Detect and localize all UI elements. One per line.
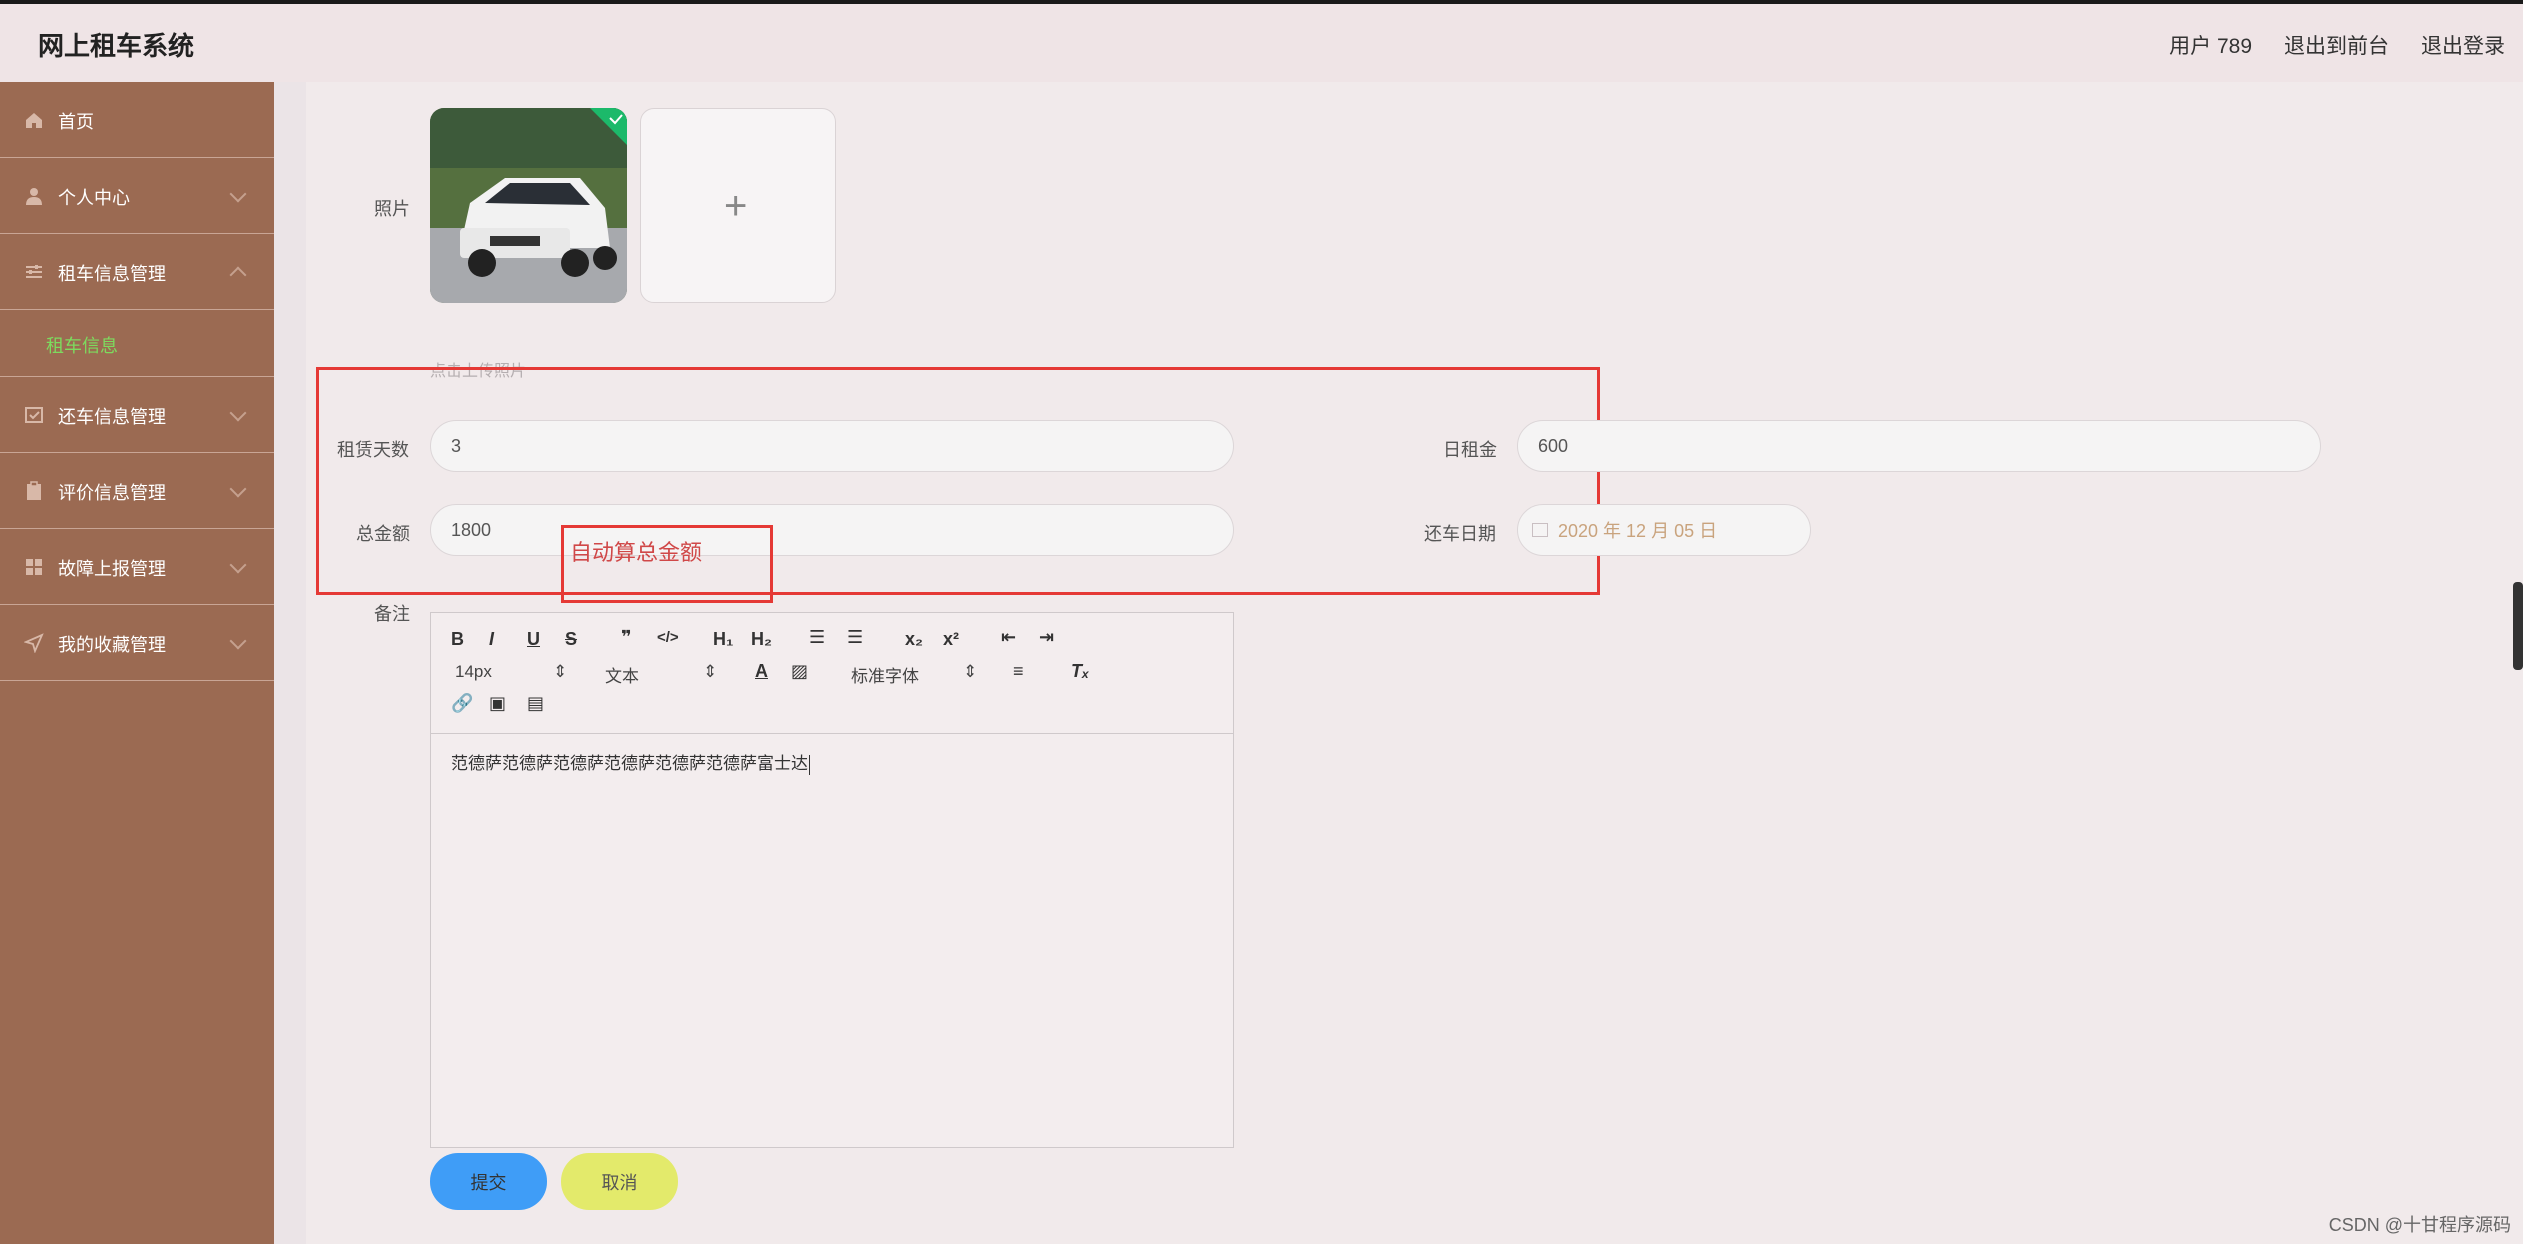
subscript-icon[interactable]: x₂ [905, 629, 923, 650]
total-amount-value: 1800 [451, 519, 492, 540]
sidebar-item-label: 故障上报管理 [58, 559, 166, 579]
superscript-icon[interactable]: x² [943, 629, 959, 650]
editor-content-text: 范德萨范德萨范德萨范德萨范德萨范德萨富士达 [451, 754, 808, 773]
logout-link[interactable]: 退出登录 [2421, 30, 2505, 60]
underline-icon[interactable]: U [527, 629, 540, 650]
chevron-down-icon [229, 556, 247, 574]
top-right-links: 用户 789 退出到前台 退出登录 [2169, 30, 2505, 60]
font-size-select[interactable]: 14px [455, 662, 492, 682]
chevron-down-icon [229, 404, 247, 422]
sidebar-item-label: 首页 [58, 112, 94, 132]
annotation-text: 自动算总金额 [570, 540, 703, 565]
sidebar: 首页 个人中心 租车信息管理 租车信息 还车信息管理 评价信息管理 故障上报管理… [0, 82, 274, 1244]
chevron-updown-icon: ⇕ [553, 662, 568, 681]
image-icon[interactable]: ▣ [489, 693, 506, 714]
sidebar-item-review-management[interactable]: 评价信息管理 [0, 453, 274, 529]
highlight-box [316, 367, 1600, 595]
home-icon [26, 113, 42, 128]
top-bar: 网上租车系统 用户 789 退出到前台 退出登录 [0, 0, 2523, 82]
daily-rent-value: 600 [1538, 435, 1569, 456]
return-date-label: 还车日期 [1424, 524, 1496, 544]
daily-rent-input[interactable]: 600 [1517, 420, 2321, 472]
cancel-button[interactable]: 取消 [561, 1153, 678, 1210]
editor-content[interactable]: 范德萨范德萨范德萨范德萨范德萨范德萨富士达 [451, 749, 810, 775]
sidebar-item-label: 还车信息管理 [58, 407, 166, 427]
sidebar-item-personal-center[interactable]: 个人中心 [0, 158, 274, 234]
sidebar-item-label: 个人中心 [58, 188, 130, 208]
clear-format-icon[interactable]: Tₓ [1071, 661, 1089, 682]
rich-text-editor[interactable]: B I U S ❞ </> H₁ H₂ ☰ ☰ x₂ x² ⇤ ⇥ 14px ⇕… [430, 612, 1234, 1148]
return-date-picker[interactable]: 2020 年 12 月 05 日 [1517, 504, 1811, 556]
return-date-value: 2020 年 12 月 05 日 [1558, 521, 1718, 541]
clipboard-icon [27, 481, 41, 500]
text-caret [809, 754, 810, 775]
upload-photo-button[interactable]: + [640, 108, 836, 303]
indent-icon[interactable]: ⇥ [1039, 627, 1054, 648]
chevron-up-icon [229, 266, 247, 284]
font-color-icon[interactable]: A [755, 661, 768, 682]
ordered-list-icon[interactable]: ☰ [809, 627, 825, 648]
h1-icon[interactable]: H₁ [713, 629, 733, 650]
sidebar-item-fault-report[interactable]: 故障上报管理 [0, 529, 274, 605]
italic-icon[interactable]: I [489, 629, 494, 650]
sidebar-item-home[interactable]: 首页 [0, 82, 274, 158]
app-title: 网上租车系统 [38, 31, 195, 61]
sliders-icon [26, 265, 42, 278]
car-photo-thumbnail[interactable] [430, 108, 627, 303]
rental-days-label: 租赁天数 [337, 440, 409, 460]
chevron-down-icon [229, 480, 247, 498]
watermark: CSDN @十甘程序源码 [2328, 1215, 2511, 1235]
sidebar-item-favorites[interactable]: 我的收藏管理 [0, 605, 274, 681]
editor-toolbar: B I U S ❞ </> H₁ H₂ ☰ ☰ x₂ x² ⇤ ⇥ 14px ⇕… [431, 613, 1233, 734]
paragraph-select[interactable]: 文本 [605, 662, 639, 687]
scrollbar-thumb[interactable] [2513, 582, 2523, 670]
video-icon[interactable]: ▤ [527, 693, 544, 714]
photo-label: 照片 [374, 199, 410, 219]
bold-icon[interactable]: B [451, 629, 464, 650]
calendar-icon [1532, 523, 1548, 537]
total-amount-label: 总金额 [356, 524, 410, 544]
h2-icon[interactable]: H₂ [751, 629, 772, 650]
code-icon[interactable]: </> [657, 629, 679, 646]
sidebar-subitem-rental-info[interactable]: 租车信息 [0, 310, 274, 377]
chevron-down-icon [229, 632, 247, 650]
sidebar-item-label: 租车信息管理 [58, 264, 166, 284]
content-left-strip [274, 82, 306, 1244]
plus-icon: + [724, 184, 748, 228]
daily-rent-label: 日租金 [1443, 440, 1497, 460]
rental-days-input[interactable]: 3 [430, 420, 1234, 472]
total-amount-input[interactable]: 1800 [430, 504, 1234, 556]
sidebar-item-return-management[interactable]: 还车信息管理 [0, 377, 274, 453]
outdent-icon[interactable]: ⇤ [1001, 627, 1016, 648]
background-color-icon[interactable]: ▨ [791, 661, 808, 682]
blockquote-icon[interactable]: ❞ [621, 627, 632, 648]
submit-button[interactable]: 提交 [430, 1153, 547, 1210]
link-icon[interactable]: 🔗 [451, 693, 473, 714]
grid-icon [26, 559, 42, 575]
sidebar-item-label: 评价信息管理 [58, 483, 166, 503]
strike-icon[interactable]: S [565, 629, 577, 650]
chevron-updown-icon: ⇕ [963, 662, 978, 681]
chevron-updown-icon: ⇕ [703, 662, 718, 681]
sidebar-item-label: 我的收藏管理 [58, 635, 166, 655]
exit-to-front-link[interactable]: 退出到前台 [2284, 30, 2389, 60]
font-family-select[interactable]: 标准字体 [851, 662, 919, 687]
send-icon [24, 633, 44, 653]
align-icon[interactable]: ≡ [1013, 661, 1024, 682]
current-user-label[interactable]: 用户 789 [2169, 30, 2252, 60]
sidebar-subitem-label: 租车信息 [46, 336, 118, 356]
sidebar-item-rental-management[interactable]: 租车信息管理 [0, 234, 274, 310]
remark-label: 备注 [374, 604, 410, 624]
bullet-list-icon[interactable]: ☰ [847, 627, 863, 648]
rental-days-value: 3 [451, 435, 462, 456]
user-icon [26, 188, 42, 205]
chevron-down-icon [229, 185, 247, 203]
car-photo-image [430, 108, 627, 303]
checkbox-icon [25, 407, 43, 423]
